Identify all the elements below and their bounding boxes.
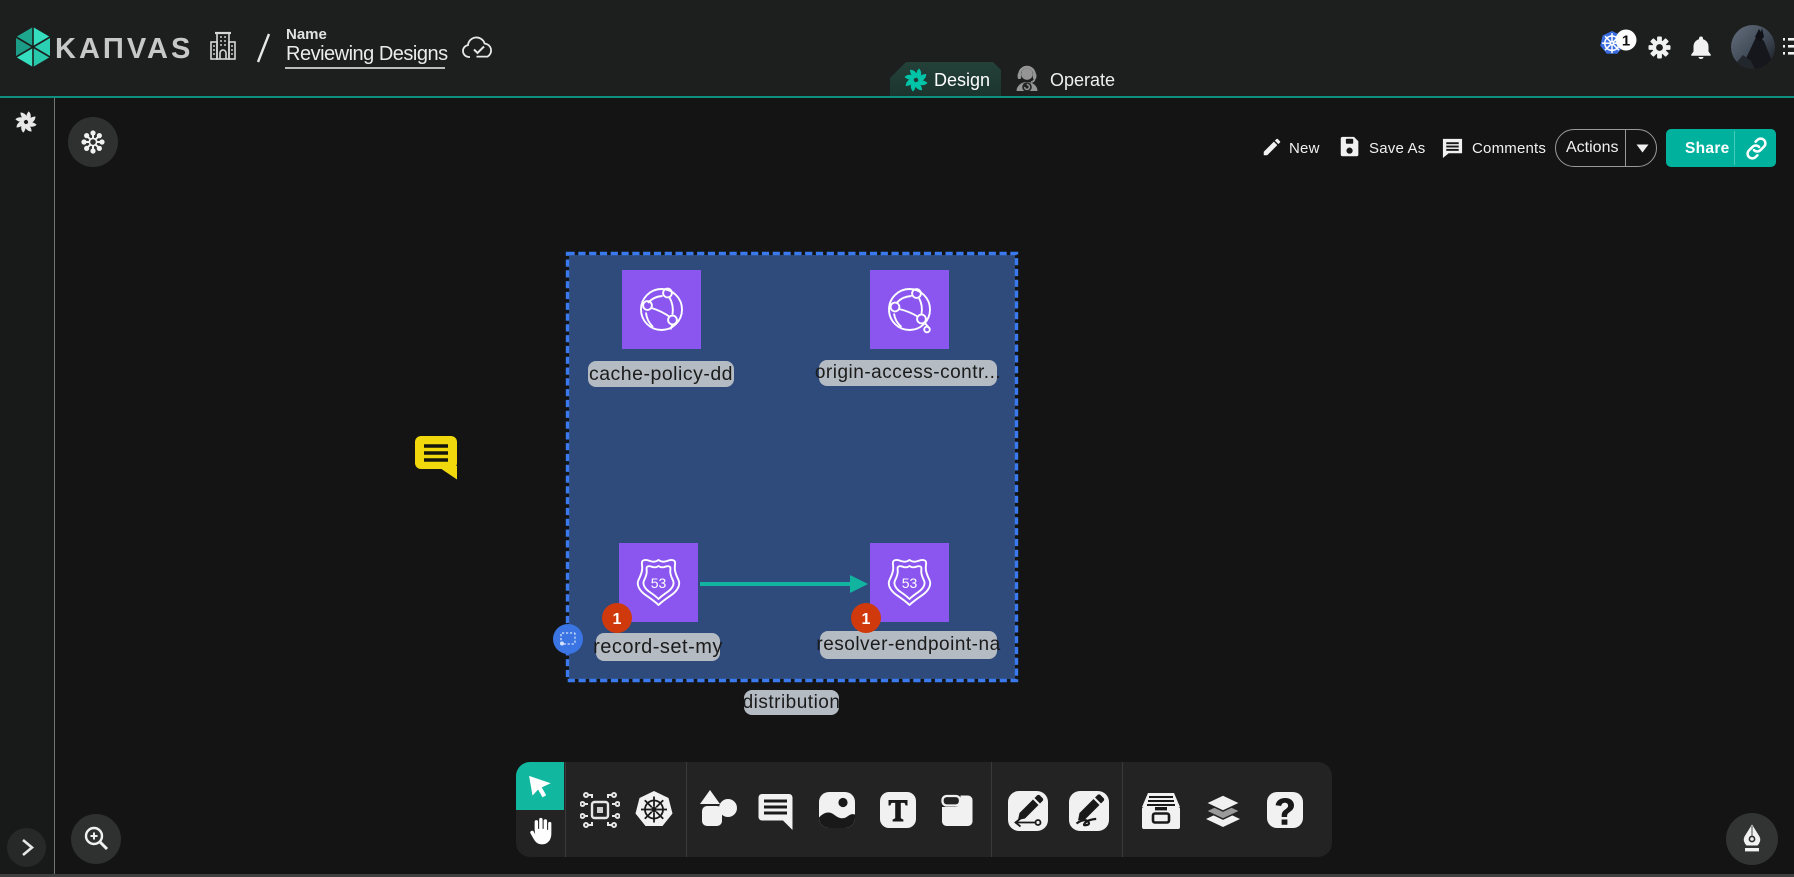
svg-text:1: 1: [862, 611, 871, 628]
svg-text:1: 1: [613, 611, 622, 628]
